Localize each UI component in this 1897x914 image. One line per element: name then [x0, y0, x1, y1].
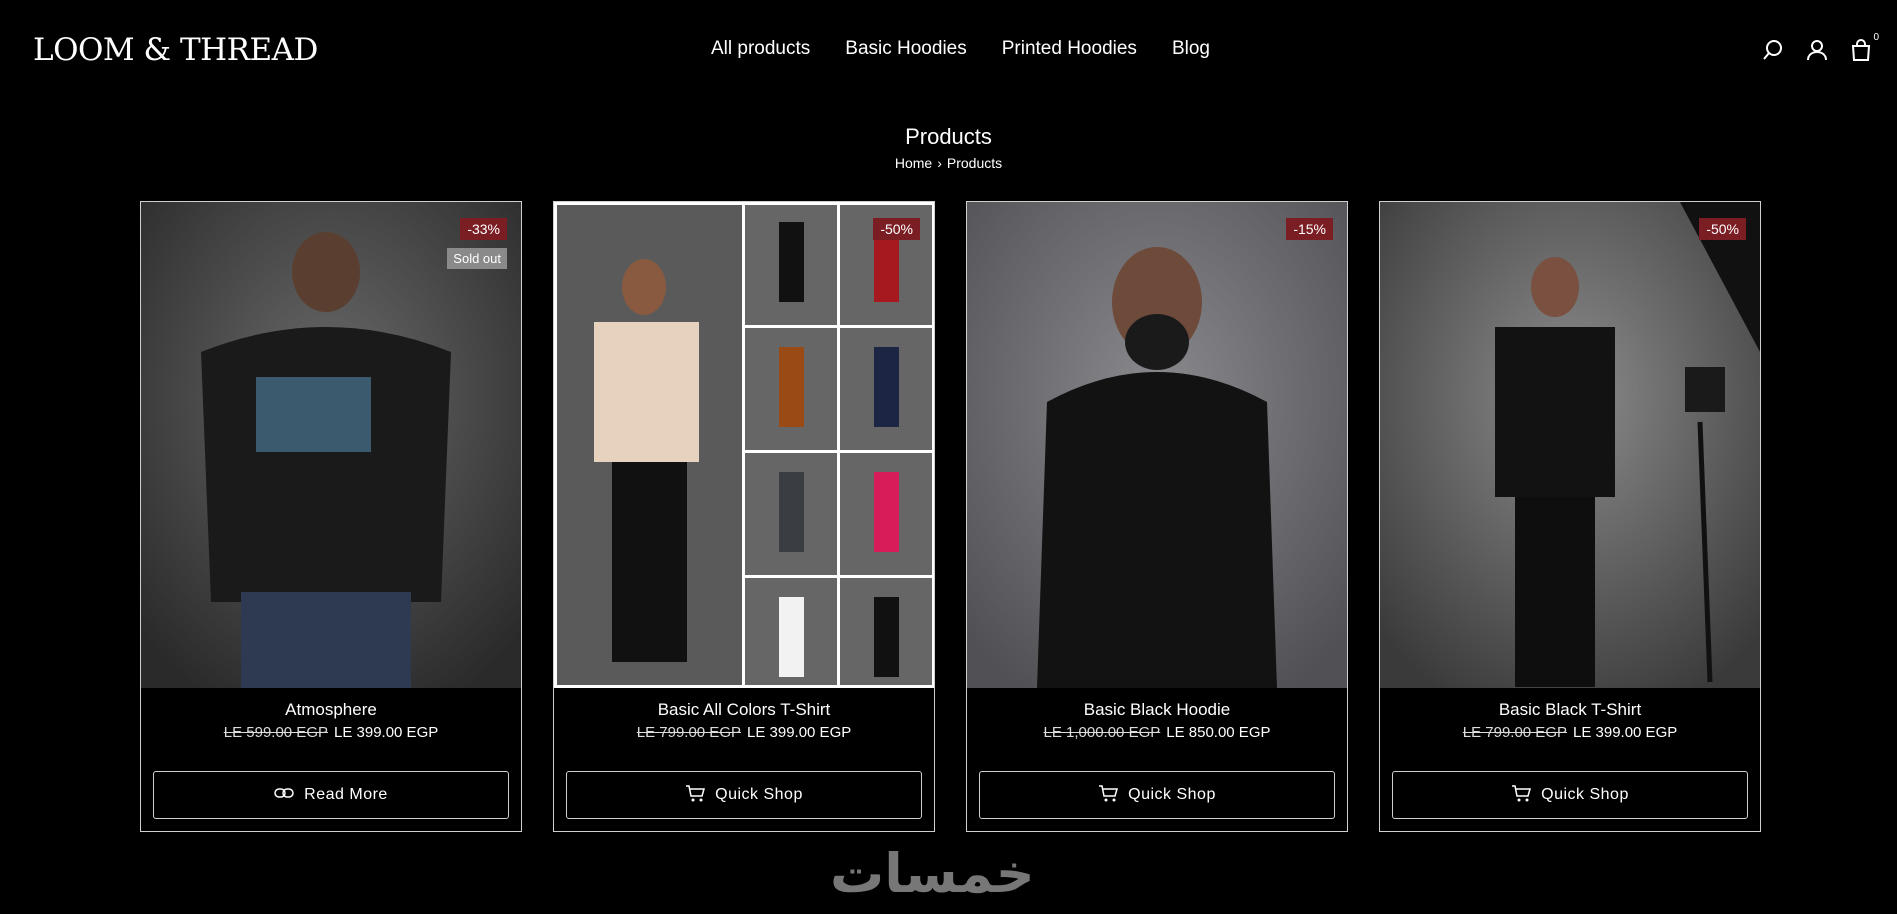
button-label: Read More	[304, 786, 388, 803]
discount-badge: -15%	[1286, 218, 1333, 240]
nav-printed-hoodies[interactable]: Printed Hoodies	[1002, 38, 1137, 60]
product-card[interactable]: -33% Sold out Atmosphere LE 599.00 EGP LE…	[140, 201, 522, 832]
sale-price: LE 850.00 EGP	[1166, 724, 1271, 741]
search-icon[interactable]	[1761, 38, 1785, 62]
product-name[interactable]: Basic All Colors T-Shirt	[554, 700, 934, 720]
button-label: Quick Shop	[1541, 786, 1629, 803]
sold-out-badge: Sold out	[447, 248, 507, 269]
main-nav: All products Basic Hoodies Printed Hoodi…	[711, 38, 1210, 60]
breadcrumb-home[interactable]: Home	[895, 155, 932, 171]
product-image[interactable]: -15%	[967, 202, 1347, 688]
discount-badge: -33%	[460, 218, 507, 240]
product-price: LE 1,000.00 EGP LE 850.00 EGP	[967, 724, 1347, 741]
cart-count: 0	[1873, 32, 1879, 43]
product-name[interactable]: Basic Black T-Shirt	[1380, 700, 1760, 720]
cart-icon	[685, 784, 706, 807]
product-name[interactable]: Atmosphere	[141, 700, 521, 720]
quick-shop-button[interactable]: Quick Shop	[1392, 771, 1748, 819]
breadcrumb: Home › Products	[0, 155, 1897, 171]
breadcrumb-current: Products	[946, 155, 1003, 171]
nav-blog[interactable]: Blog	[1172, 38, 1210, 60]
nav-all-products[interactable]: All products	[711, 38, 810, 60]
button-label: Quick Shop	[715, 786, 803, 803]
sale-price: LE 399.00 EGP	[334, 724, 439, 741]
product-price: LE 599.00 EGP LE 399.00 EGP	[141, 724, 521, 741]
link-icon	[274, 786, 294, 805]
old-price: LE 1,000.00 EGP	[1043, 724, 1161, 741]
product-price: LE 799.00 EGP LE 399.00 EGP	[554, 724, 934, 741]
quick-shop-button[interactable]: Quick Shop	[979, 771, 1335, 819]
product-card[interactable]: -15% Basic Black Hoodie LE 1,000.00 EGP L…	[966, 201, 1348, 832]
product-image[interactable]: -50%	[1380, 202, 1760, 688]
cart-icon	[1098, 784, 1119, 807]
quick-shop-button[interactable]: Quick Shop	[566, 771, 922, 819]
watermark: خمسات	[830, 842, 1035, 905]
discount-badge: -50%	[1699, 218, 1746, 240]
user-icon[interactable]	[1805, 38, 1829, 62]
cart-icon	[1511, 784, 1532, 807]
old-price: LE 799.00 EGP	[636, 724, 741, 741]
product-price: LE 799.00 EGP LE 399.00 EGP	[1380, 724, 1760, 741]
chevron-right-icon: ›	[937, 155, 942, 171]
header-icons: 0	[1761, 32, 1879, 62]
site-logo[interactable]: LOOM & THREAD	[33, 32, 318, 68]
sale-price: LE 399.00 EGP	[747, 724, 852, 741]
page-title: Products	[905, 124, 992, 149]
product-card[interactable]: -50% Basic Black T-Shirt LE 799.00 EGP LE…	[1379, 201, 1761, 832]
cart-icon[interactable]: 0	[1849, 32, 1879, 62]
product-image[interactable]: -50%	[554, 202, 934, 688]
product-card[interactable]: -50% Basic All Colors T-Shirt LE 799.00 …	[553, 201, 935, 832]
product-grid: -33% Sold out Atmosphere LE 599.00 EGP LE…	[140, 201, 1761, 832]
button-label: Quick Shop	[1128, 786, 1216, 803]
product-name[interactable]: Basic Black Hoodie	[967, 700, 1347, 720]
site-header: LOOM & THREAD All products Basic Hoodies…	[0, 0, 1897, 104]
old-price: LE 799.00 EGP	[1462, 724, 1567, 741]
old-price: LE 599.00 EGP	[223, 724, 328, 741]
product-image[interactable]: -33% Sold out	[141, 202, 521, 688]
discount-badge: -50%	[873, 218, 920, 240]
sale-price: LE 399.00 EGP	[1573, 724, 1678, 741]
read-more-button[interactable]: Read More	[153, 771, 509, 819]
nav-basic-hoodies[interactable]: Basic Hoodies	[845, 38, 966, 60]
